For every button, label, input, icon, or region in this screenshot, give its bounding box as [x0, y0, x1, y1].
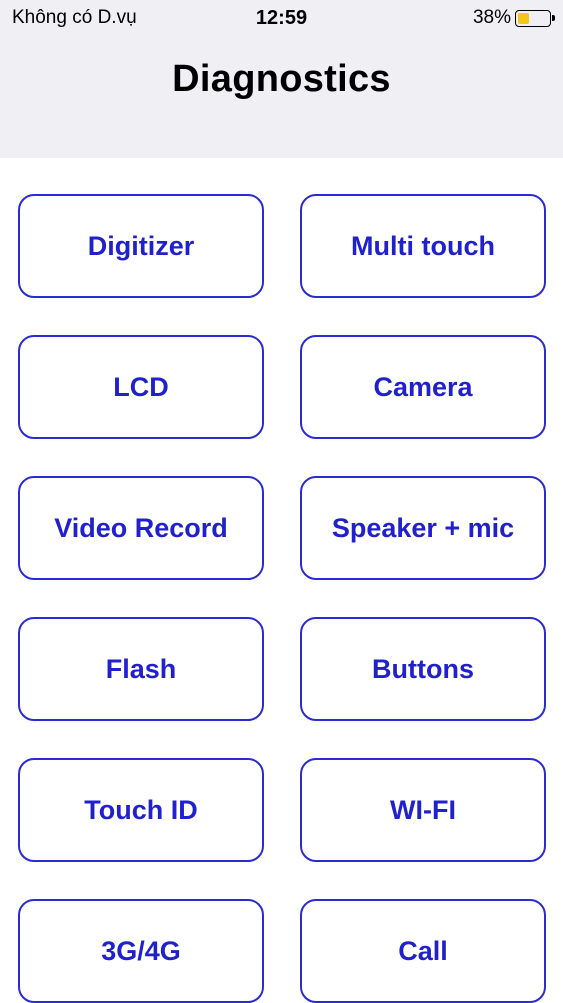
flash-button[interactable]: Flash — [18, 617, 264, 721]
call-button[interactable]: Call — [300, 899, 546, 1003]
wifi-button[interactable]: WI-FI — [300, 758, 546, 862]
battery-icon — [515, 9, 555, 27]
battery-level-fill — [518, 12, 529, 24]
battery-indicator: 38% — [472, 7, 555, 29]
status-bar: Không có D.vụ 12:59 38% — [0, 0, 563, 38]
battery-percent: 38% — [472, 7, 511, 28]
touch-id-button[interactable]: Touch ID — [18, 758, 264, 862]
buttons-button[interactable]: Buttons — [300, 617, 546, 721]
multi-touch-button[interactable]: Multi touch — [300, 194, 546, 298]
navigation-header: Không có D.vụ 12:59 38% Diagnostics — [0, 0, 563, 158]
speaker-mic-button[interactable]: Speaker + mic — [300, 476, 546, 580]
diagnostics-button-grid: Digitizer Multi touch LCD Camera Video R… — [18, 194, 546, 1003]
camera-button[interactable]: Camera — [300, 335, 546, 439]
video-record-button[interactable]: Video Record — [18, 476, 264, 580]
cellular-3g-4g-button[interactable]: 3G/4G — [18, 899, 264, 1003]
page-title: Diagnostics — [172, 58, 391, 100]
digitizer-button[interactable]: Digitizer — [18, 194, 264, 298]
lcd-button[interactable]: LCD — [18, 335, 264, 439]
